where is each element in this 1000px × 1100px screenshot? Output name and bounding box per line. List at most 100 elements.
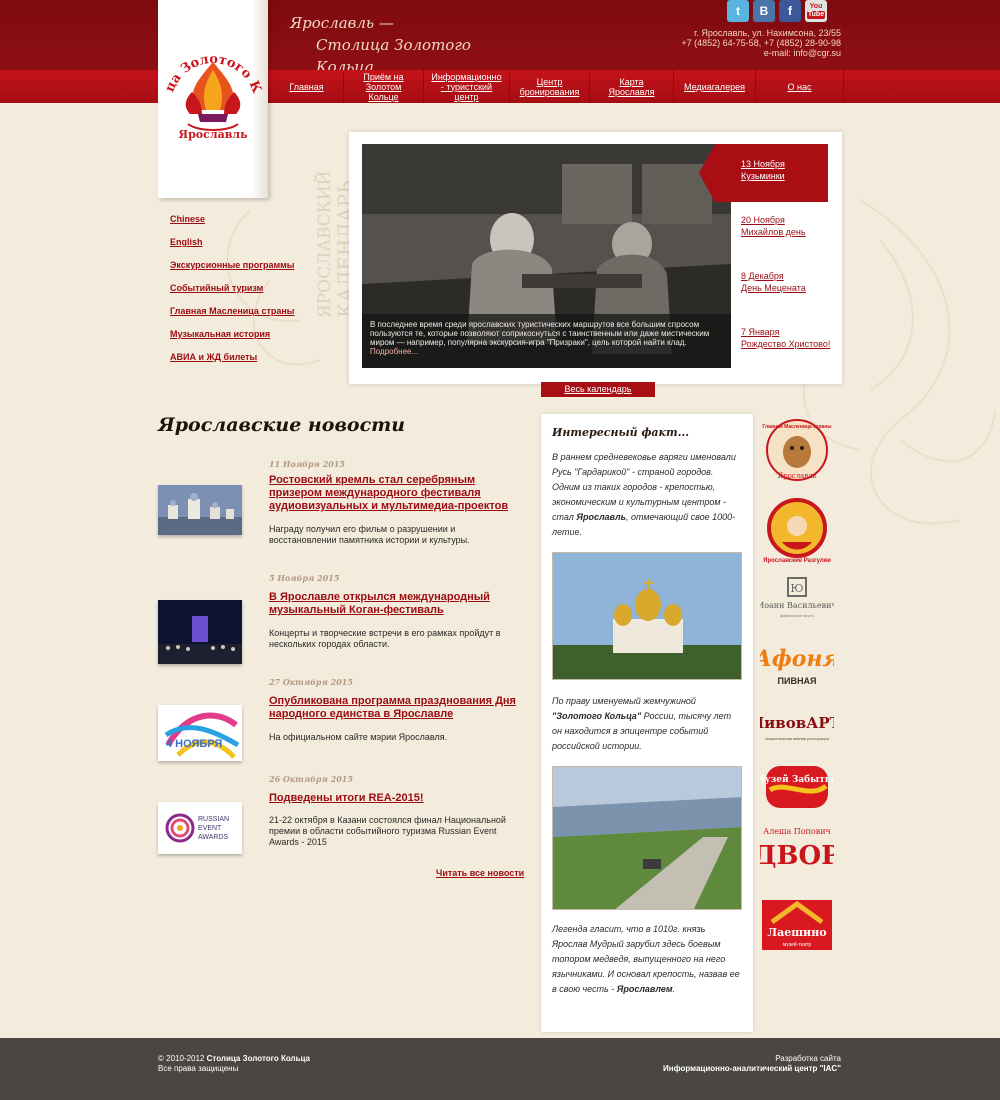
partner-razgulyai-logo[interactable]: Ярославские Разгуляи (760, 492, 834, 564)
maslenitsa-logo-name: Главная Масленица страны (762, 424, 831, 430)
calendar-event-date: 20 Ноября (741, 215, 785, 225)
footer-copyright: © 2010-2012 Столица Золотого Кольца Все … (158, 1054, 310, 1074)
partner-afonya-logo[interactable]: Афоня ПИВНАЯ (752, 630, 840, 690)
calendar-active-arrow (699, 144, 715, 202)
youtube-icon[interactable]: You Tube (805, 0, 827, 22)
fact-paragraph-3: Легенда гласит, что в 1010г. князь Яросл… (552, 922, 742, 997)
calendar-photo: В последнее время среди ярославских тури… (362, 144, 731, 368)
maslenitsa-logo-sub: Ярославль (777, 472, 816, 480)
calendar-caption-text: В последнее время среди ярославских тури… (370, 320, 710, 347)
kremlin-thumb-illustration (158, 485, 242, 535)
partner-alesha-popovich-logo[interactable]: Алеша Попович ДВОР (753, 822, 840, 888)
news-thumb-concert[interactable] (158, 600, 242, 664)
news-headline[interactable]: Подведены итоги REA-2015! (269, 792, 531, 805)
svg-text:Ю: Ю (790, 582, 803, 595)
alesha-logo-graphic: Алеша Попович ДВОР (753, 827, 840, 871)
cathedral-illustration (553, 553, 741, 679)
nav-booking-center[interactable]: Центр бронирования (510, 70, 590, 103)
calendar-event-date: 7 Января (741, 327, 780, 337)
calendar-event-4[interactable]: 7 Января Рождество Христово! (741, 326, 830, 350)
nav-tourist-center[interactable]: Информационно - туристский центр (424, 70, 510, 103)
all-calendar-button[interactable]: Весь календарь (541, 382, 655, 397)
calendar-event-name: День Мецената (741, 283, 806, 293)
email-label: e-mail: (763, 48, 791, 58)
ioann-logo-name: Иоанн Васильевич (760, 601, 834, 610)
nav-map[interactable]: Карта Ярославля (590, 70, 674, 103)
afonya-logo-name: Афоня (760, 646, 834, 672)
calendar-event-3[interactable]: 8 Декабря День Мецената (741, 270, 806, 294)
ioann-logo-graphic: Ю Иоанн Васильевич фамильное место (757, 577, 837, 618)
footer-dev-label: Разработка сайта (775, 1054, 841, 1063)
youtube-icon-bottom: Tube (806, 11, 826, 19)
main-nav-bar: Главная Приём на Золотом Кольце Информац… (0, 70, 1000, 103)
phones: +7 (4852) 64-75-58, +7 (4852) 28-90-98 (681, 38, 841, 48)
side-item-chinese[interactable]: Chinese (170, 213, 294, 236)
calendar-event-name: Михайлов день (741, 227, 806, 237)
news-thumb-kremlin[interactable] (158, 485, 242, 535)
news-date: 27 Октября 2015 (269, 677, 353, 687)
alesha-logo-sub: ДВОР (760, 841, 834, 871)
ioann-logo-sub: фамильное место (780, 613, 814, 618)
rea-thumb-line-1: RUSSIAN (198, 816, 229, 823)
embankment-illustration (553, 767, 741, 909)
youtube-icon-top: You (809, 3, 823, 10)
email-link[interactable]: info@cgr.su (793, 48, 841, 58)
site-logo[interactable]: Столица Золотого Кольца Ярославль (153, 0, 268, 198)
maslenitsa-logo-graphic: Главная Масленица страны Ярославль (762, 419, 832, 481)
footer-dev-link[interactable]: Информационно-аналитический центр "IAC" (663, 1064, 841, 1073)
fact-paragraph-1: В раннем средневековье варяги именовали … (552, 450, 742, 540)
nav-media-gallery[interactable]: Медиагалерея (674, 70, 756, 103)
razgulyai-logo-graphic: Ярославские Разгуляи (763, 498, 831, 564)
partner-maslenitsa-logo[interactable]: Главная Масленица страны Ярославль (760, 414, 834, 484)
side-item-event-tourism[interactable]: Событийный туризм (170, 282, 294, 305)
nav-about[interactable]: О нас (756, 70, 844, 103)
museum-logo-name: Музей Забытых (760, 774, 834, 785)
nav-reception[interactable]: Приём на Золотом Кольце (344, 70, 424, 103)
alesha-logo-name: Алеша Попович (763, 827, 831, 836)
fact-emphasis: Ярославлем (616, 984, 673, 994)
footer-copyright-line: © 2010-2012 Столица Золотого Кольца (158, 1054, 310, 1064)
news-headline[interactable]: Ростовский кремль стал серебряным призер… (269, 474, 531, 513)
nav-home[interactable]: Главная (270, 70, 344, 103)
news-headline[interactable]: Опубликована программа празднования Дня … (269, 695, 531, 721)
side-item-maslenitsa[interactable]: Главная Масленица страны (170, 305, 294, 328)
news-text: 21-22 октября в Казани состоялся финал Н… (269, 815, 506, 847)
museum-logo-graphic: Музей Забытых (755, 766, 840, 808)
embankment-photo (552, 766, 742, 910)
twitter-icon[interactable]: t (727, 0, 749, 22)
facebook-icon[interactable]: f (779, 0, 801, 22)
calendar-event-1[interactable]: 13 Ноября Кузьминки (741, 158, 785, 182)
laeshino-logo-graphic: Лаешино музей-театр (762, 900, 832, 950)
partner-museum-logo[interactable]: Музей Забытых (755, 760, 840, 814)
news-text: Концерты и творческие встречи в его рамк… (269, 628, 501, 649)
calendar-event-date: 13 Ноября (741, 159, 785, 169)
vkontakte-icon[interactable]: B (753, 0, 775, 22)
calendar-caption: В последнее время среди ярославских тури… (362, 314, 731, 368)
news-text: На официальном сайте мэрии Ярославля. (269, 732, 448, 742)
side-item-english[interactable]: English (170, 236, 294, 259)
news-headline[interactable]: В Ярославле открылся международный музык… (269, 591, 531, 617)
rea-thumb-line-2: EVENT (198, 825, 222, 832)
header-slogan: Ярославль — Столица Золотого Кольца (290, 12, 510, 76)
header-bar: Ярославль — Столица Золотого Кольца t B … (0, 0, 1000, 76)
all-news-link[interactable]: Читать все новости (436, 868, 524, 878)
partner-laeshino-logo[interactable]: Лаешино музей-театр (760, 896, 834, 954)
news-date: 11 Ноября 2015 (269, 459, 345, 469)
side-item-tickets[interactable]: АВИА и ЖД билеты (170, 351, 294, 374)
partner-pivovar-logo[interactable]: ПивовАРЪ национальная пивная ресторация (750, 708, 844, 748)
side-item-excursions[interactable]: Экскурсионные программы (170, 259, 294, 282)
main-nav: Главная Приём на Золотом Кольце Информац… (270, 70, 844, 103)
interesting-fact-panel: Интересный факт... В раннем средневековь… (541, 414, 753, 1032)
calendar-event-2[interactable]: 20 Ноября Михайлов день (741, 214, 806, 238)
partner-ioann-logo[interactable]: Ю Иоанн Васильевич фамильное место (757, 576, 837, 620)
calendar-event-name: Рождество Христово! (741, 339, 831, 349)
side-item-music-history[interactable]: Музыкальная история (170, 328, 294, 351)
rea-thumb-illustration: RUSSIAN EVENT AWARDS (158, 802, 242, 854)
pivovar-logo-graphic: ПивовАРЪ национальная пивная ресторация (750, 714, 844, 741)
address: г. Ярославль, ул. Нахимсона, 23/55 (694, 28, 841, 38)
calendar-more-link[interactable]: Подробнее... (370, 347, 723, 356)
news-date: 5 Ноября 2015 (269, 573, 340, 583)
news-thumb-unity-day[interactable]: 4 НОЯБРЯ (158, 705, 242, 761)
email-line: e-mail: info@cgr.su (681, 48, 841, 58)
news-thumb-rea[interactable]: RUSSIAN EVENT AWARDS (158, 802, 242, 854)
